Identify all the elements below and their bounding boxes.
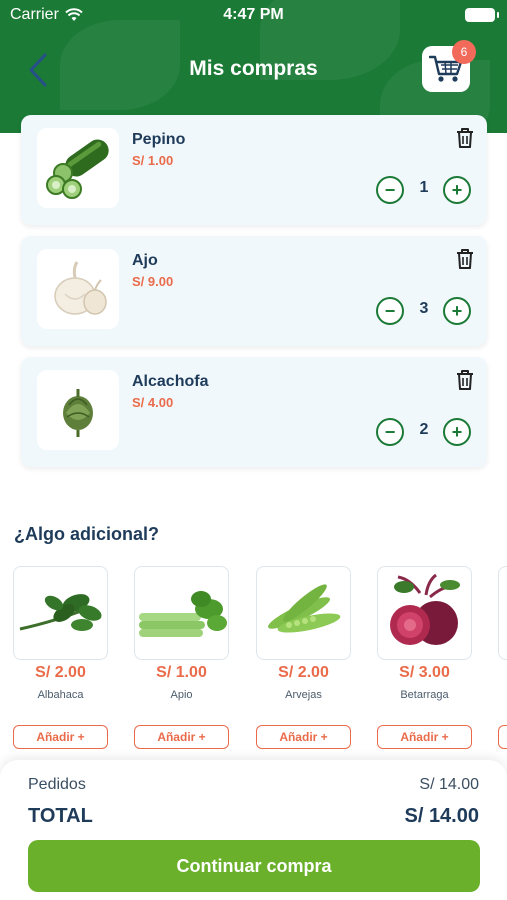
section-title-extras: ¿Algo adicional?: [14, 524, 160, 544]
extra-product-card-partial[interactable]: [498, 566, 507, 756]
cart-item: Alcachofa S/ 4.00 − 2 +: [21, 357, 487, 467]
product-price: S/ 1.00: [132, 153, 174, 168]
increase-qty-button[interactable]: +: [443, 176, 471, 204]
product-price: S/ 4.00: [132, 395, 174, 410]
increase-qty-button[interactable]: +: [443, 297, 471, 325]
orders-label: Pedidos: [28, 776, 86, 793]
decrease-qty-button[interactable]: −: [376, 297, 404, 325]
extras-carousel[interactable]: S/ 2.00 Albahaca Añadir + S/ 1.00 Apio A…: [13, 566, 507, 756]
product-image-partial: [498, 566, 507, 660]
extra-name: Apio: [170, 689, 193, 701]
product-image-betarraga: [377, 566, 472, 660]
trash-icon[interactable]: [455, 127, 475, 149]
trash-icon[interactable]: [455, 369, 475, 391]
extra-price: S/ 2.00: [278, 664, 329, 681]
product-name: Alcachofa: [132, 373, 209, 390]
trash-icon[interactable]: [455, 248, 475, 270]
extra-price: S/ 2.00: [35, 664, 86, 681]
decrease-qty-button[interactable]: −: [376, 418, 404, 446]
cart-item: Pepino S/ 1.00 − 1 +: [21, 115, 487, 225]
status-time: 4:47 PM: [223, 6, 284, 23]
product-name: Ajo: [132, 252, 158, 269]
quantity-value: 2: [419, 421, 429, 438]
add-button-partial[interactable]: [498, 725, 507, 749]
product-price: S/ 9.00: [132, 274, 174, 289]
product-image-albahaca: [13, 566, 108, 660]
continue-purchase-button[interactable]: Continuar compra: [28, 840, 480, 892]
increase-qty-button[interactable]: +: [443, 418, 471, 446]
decrease-qty-button[interactable]: −: [376, 176, 404, 204]
orders-value: S/ 14.00: [419, 776, 479, 793]
cart-count-badge: 6: [452, 40, 476, 64]
extra-name: Arvejas: [285, 689, 322, 701]
product-image-alcachofa: [37, 370, 119, 450]
extra-product-card[interactable]: S/ 2.00 Arvejas Añadir +: [256, 566, 351, 756]
total-label: TOTAL: [28, 805, 93, 827]
extra-name: Albahaca: [37, 689, 84, 701]
status-bar: Carrier 4:47 PM: [0, 0, 507, 30]
extra-name: Betarraga: [400, 689, 449, 701]
product-image-pepino: [37, 128, 119, 208]
product-image-apio: [134, 566, 229, 660]
product-name: Pepino: [132, 131, 186, 148]
add-button[interactable]: Añadir +: [134, 725, 229, 749]
extra-product-card[interactable]: S/ 3.00 Betarraga Añadir +: [377, 566, 472, 756]
add-button[interactable]: Añadir +: [256, 725, 351, 749]
extra-product-card[interactable]: S/ 1.00 Apio Añadir +: [134, 566, 229, 756]
battery-icon: [465, 8, 499, 22]
order-summary: Pedidos S/ 14.00 TOTAL S/ 14.00 Continua…: [0, 760, 507, 900]
cart-item: Ajo S/ 9.00 − 3 +: [21, 236, 487, 346]
quantity-value: 1: [419, 179, 429, 196]
total-value: S/ 14.00: [404, 805, 479, 827]
add-button[interactable]: Añadir +: [13, 725, 108, 749]
quantity-value: 3: [419, 300, 429, 317]
product-image-ajo: [37, 249, 119, 329]
extra-price: S/ 3.00: [399, 664, 450, 681]
product-image-arvejas: [256, 566, 351, 660]
add-button[interactable]: Añadir +: [377, 725, 472, 749]
cart-button[interactable]: 6: [422, 40, 476, 92]
extra-product-card[interactable]: S/ 2.00 Albahaca Añadir +: [13, 566, 108, 756]
extra-price: S/ 1.00: [156, 664, 207, 681]
